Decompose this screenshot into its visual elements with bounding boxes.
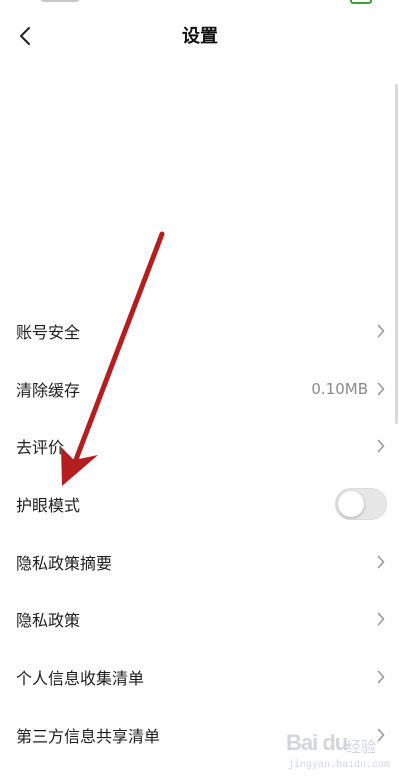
settings-item-account-security[interactable]: 账号安全	[0, 302, 400, 360]
status-signal-icon	[40, 0, 80, 2]
settings-item-label: 去评价	[16, 438, 65, 458]
settings-item-eye-protection: 护眼模式	[0, 475, 400, 533]
battery-icon	[350, 0, 372, 4]
settings-item-label: 个人信息收集清单	[16, 668, 145, 688]
settings-item-label: 清除缓存	[16, 380, 81, 400]
settings-item-label: 护眼模式	[16, 495, 81, 515]
eye-protection-toggle[interactable]	[335, 487, 387, 520]
chevron-right-icon	[376, 670, 386, 684]
chevron-right-icon	[376, 439, 386, 453]
chevron-right-icon	[376, 324, 386, 338]
nav-bar: 设置	[0, 14, 400, 58]
status-bar	[0, 0, 400, 6]
settings-item-privacy-policy[interactable]: 隐私政策	[0, 590, 400, 648]
chevron-right-icon	[376, 382, 386, 396]
settings-screen: 设置 账号安全 清除缓存 0.10MB 去评价 护眼模式 隐私政策摘要 隐私政策…	[0, 0, 400, 784]
cache-size-value: 0.10MB	[311, 379, 368, 398]
settings-item-label: 隐私政策	[16, 611, 81, 631]
baidu-logo: Bai du	[286, 730, 348, 755]
baidu-jingyan-watermark: Bai du 经验 jingyan.baidu.com	[286, 728, 396, 780]
settings-item-personal-info-list[interactable]: 个人信息收集清单	[0, 648, 400, 706]
toggle-knob	[338, 490, 364, 517]
settings-item-rate-app[interactable]: 去评价	[0, 417, 400, 475]
settings-item-privacy-summary[interactable]: 隐私政策摘要	[0, 533, 400, 591]
watermark-sub: 经验	[346, 738, 377, 756]
settings-item-label: 隐私政策摘要	[16, 553, 113, 573]
settings-item-clear-cache[interactable]: 清除缓存 0.10MB	[0, 360, 400, 418]
page-title: 设置	[182, 26, 218, 47]
chevron-right-icon	[376, 612, 386, 626]
settings-item-label: 账号安全	[16, 322, 81, 342]
chevron-right-icon	[376, 555, 386, 569]
watermark-url: jingyan.baidu.com	[288, 760, 391, 771]
settings-list: 账号安全 清除缓存 0.10MB 去评价 护眼模式 隐私政策摘要 隐私政策 个人…	[0, 302, 400, 764]
